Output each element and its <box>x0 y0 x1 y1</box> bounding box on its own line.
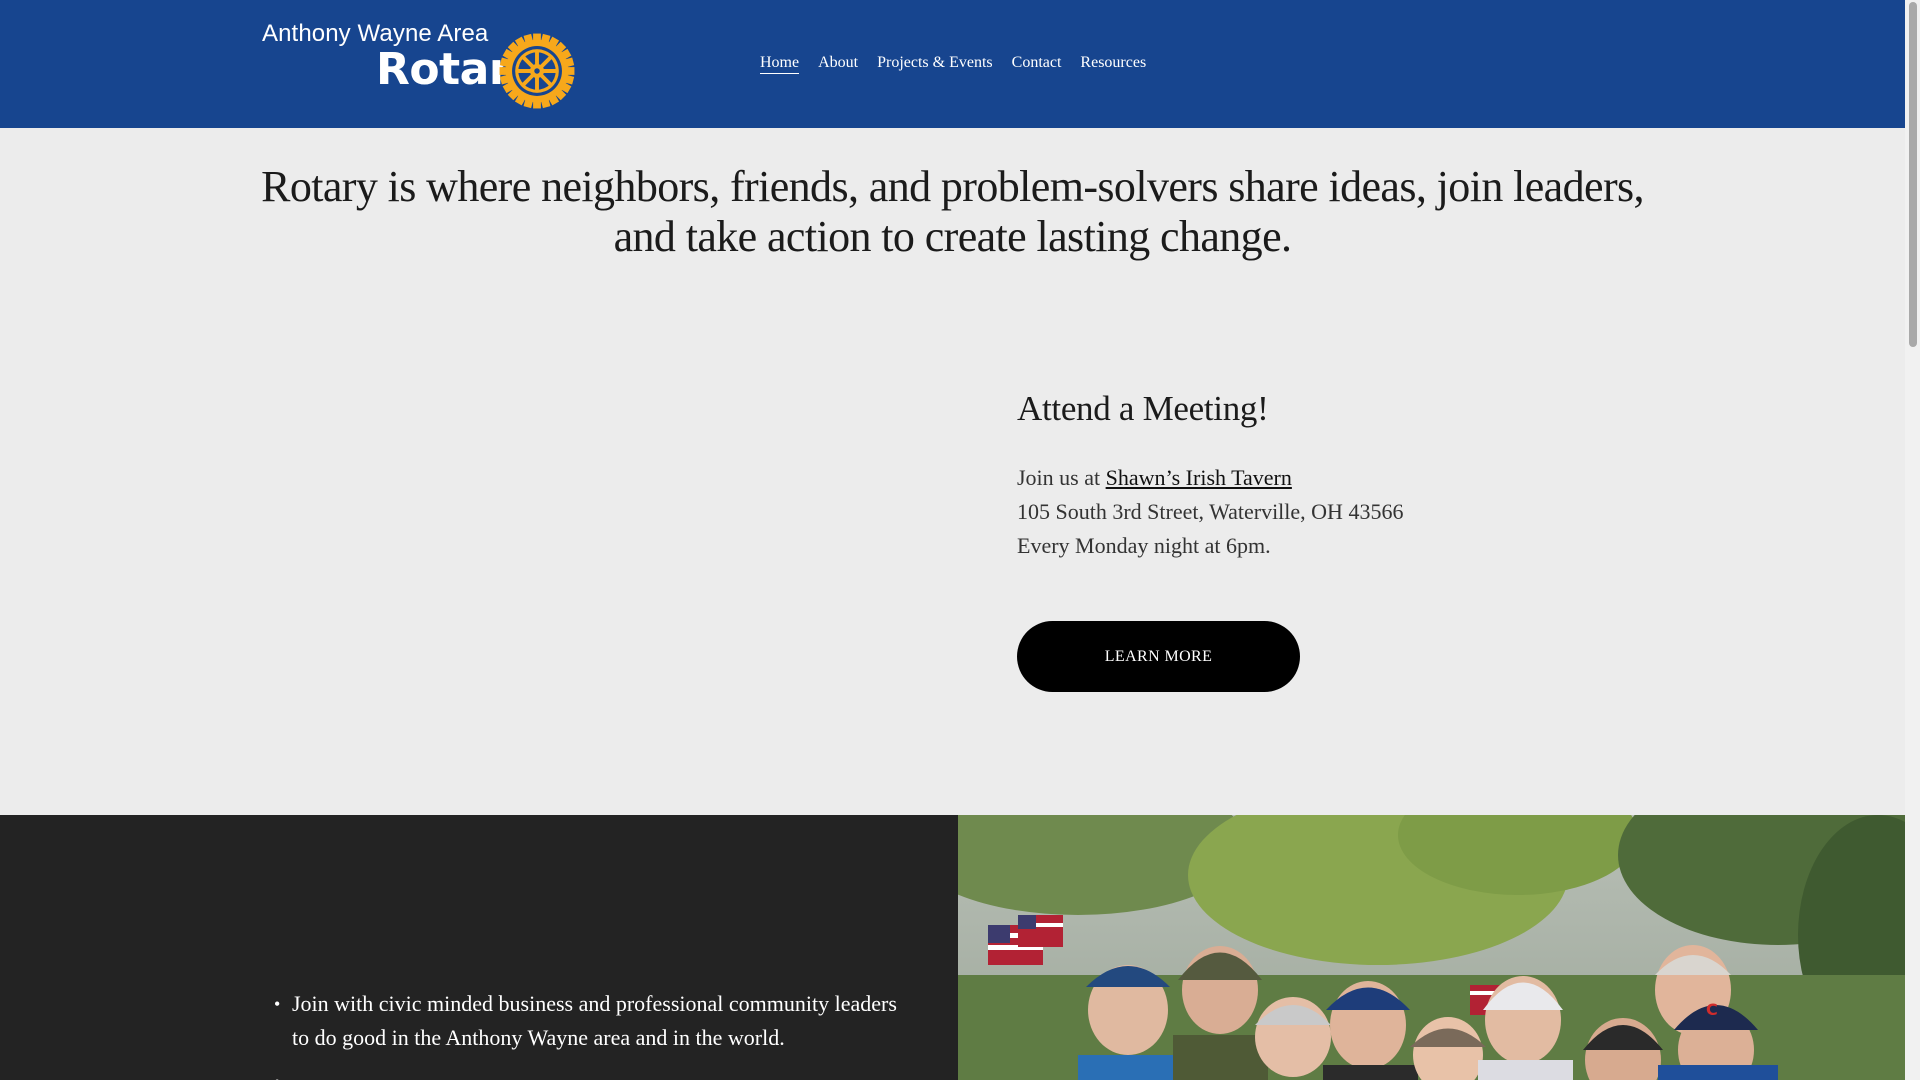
site-header: Anthony Wayne Area Rotary Home About Pro… <box>0 0 1905 128</box>
meeting-heading: Attend a Meeting! <box>1017 389 1269 428</box>
hero-tagline: Rotary is where neighbors, friends, and … <box>261 162 1644 261</box>
site-logo[interactable]: Anthony Wayne Area Rotary <box>262 20 575 110</box>
meeting-schedule: Every Monday night at 6pm. <box>1017 533 1271 558</box>
benefits-list: Join with civic minded business and prof… <box>274 987 914 1080</box>
benefits-panel: Join with civic minded business and prof… <box>0 815 958 1080</box>
rotary-wheel-icon <box>499 33 575 109</box>
page-scrollbar[interactable] <box>1905 0 1920 1080</box>
nav-about[interactable]: About <box>818 53 858 74</box>
meeting-info: Join us at Shawn’s Irish Tavern 105 Sout… <box>1017 461 1617 563</box>
benefit-item: Join with civic minded business and prof… <box>274 987 914 1055</box>
meeting-venue-line: Join us at Shawn’s Irish Tavern <box>1017 461 1617 495</box>
venue-link[interactable]: Shawn’s Irish Tavern <box>1106 465 1292 490</box>
meeting-section: Attend a Meeting! Join us at Shawn’s Iri… <box>1017 385 1617 563</box>
scrollbar-thumb[interactable] <box>1909 2 1917 347</box>
main-nav: Home About Projects & Events Contact Res… <box>760 53 1165 74</box>
svg-text:C: C <box>1706 1000 1718 1019</box>
group-photo-icon: C <box>958 815 1905 1080</box>
nav-home[interactable]: Home <box>760 53 800 74</box>
nav-projects-events[interactable]: Projects & Events <box>877 53 993 74</box>
meeting-join-prefix: Join us at <box>1017 465 1106 490</box>
group-photo: C <box>958 815 1905 1080</box>
meeting-address: 105 South 3rd Street, Waterville, OH 435… <box>1017 499 1404 524</box>
learn-more-button[interactable]: LEARN MORE <box>1017 621 1300 692</box>
nav-contact[interactable]: Contact <box>1012 53 1062 74</box>
nav-resources[interactable]: Resources <box>1080 53 1146 74</box>
